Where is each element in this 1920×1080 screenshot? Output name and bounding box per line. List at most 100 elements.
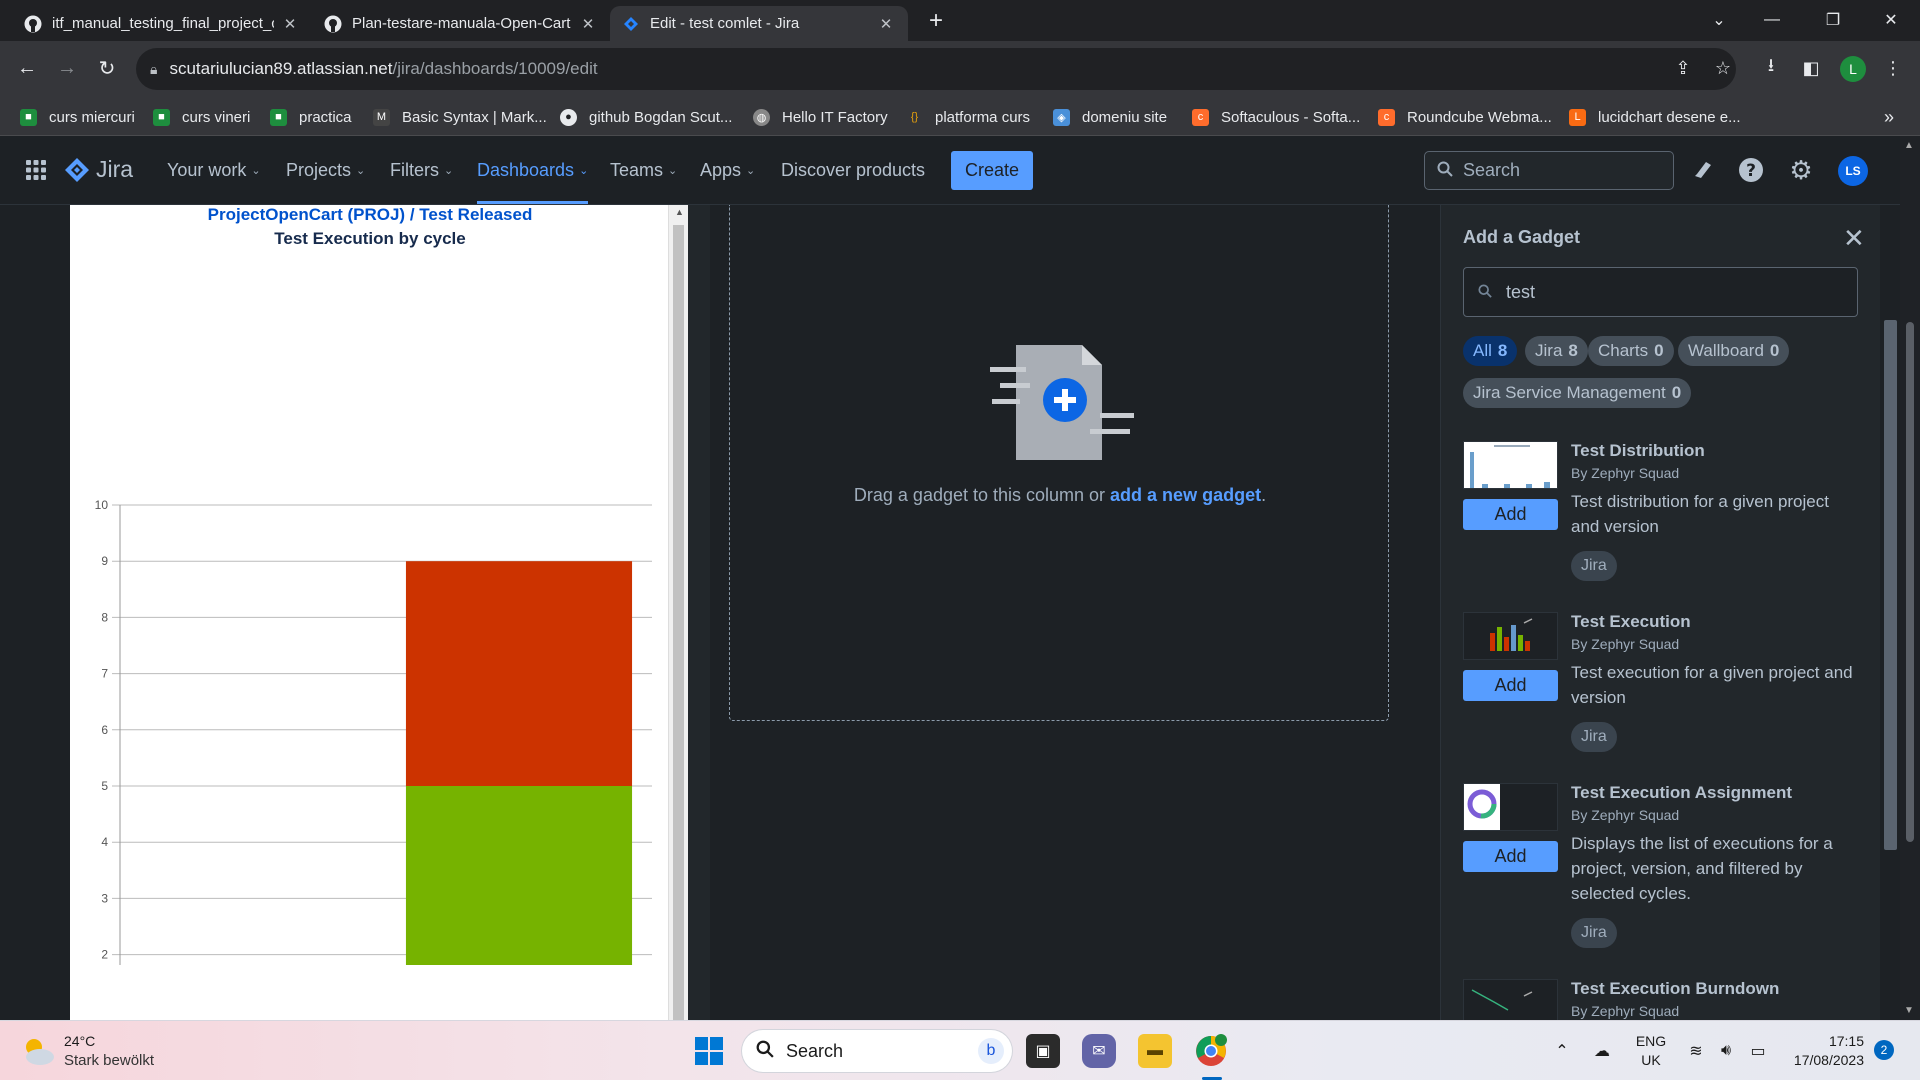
notifications-icon[interactable] bbox=[1686, 154, 1718, 186]
file-explorer-icon[interactable]: ▬ bbox=[1138, 1034, 1172, 1068]
gadget-title-separator: / bbox=[405, 205, 420, 224]
address-bar[interactable]: 🔒︎ scutariulucian89.atlassian.net/jira/d… bbox=[136, 48, 1736, 90]
scroll-down-icon[interactable]: ▼ bbox=[1904, 1005, 1914, 1016]
bookmark[interactable]: ■ curs miercuri bbox=[20, 106, 135, 128]
filter-chip-all[interactable]: All 8 bbox=[1463, 336, 1518, 366]
profile-avatar[interactable]: L bbox=[1840, 56, 1866, 82]
filter-chip-charts[interactable]: Charts 0 bbox=[1588, 336, 1674, 366]
notification-badge[interactable]: 2 bbox=[1874, 1040, 1894, 1060]
more-bookmarks-icon[interactable]: » bbox=[1884, 106, 1894, 128]
bookmarks-bar: ■ curs miercuri ■ curs vineri ■ practica MB… bbox=[0, 98, 1920, 136]
nav-apps[interactable]: Apps ⌄ bbox=[700, 136, 755, 204]
gadget-project-link[interactable]: ProjectOpenCart (PROJ) bbox=[208, 205, 405, 224]
tab-search-icon[interactable]: ⌄ bbox=[1694, 0, 1744, 40]
gadget-version-link[interactable]: Test Released bbox=[419, 205, 532, 224]
star-icon[interactable]: ☆ bbox=[1708, 53, 1738, 83]
bookmark[interactable]: ● github Bogdan Scut... bbox=[560, 106, 732, 128]
task-view-icon[interactable]: ▣ bbox=[1026, 1034, 1060, 1068]
windows-start-icon[interactable] bbox=[692, 1034, 726, 1068]
gadget-search-input[interactable]: test bbox=[1463, 267, 1858, 317]
close-window-icon[interactable]: ✕ bbox=[1866, 0, 1916, 40]
minimize-icon[interactable]: — bbox=[1747, 0, 1797, 40]
gadget-drop-zone[interactable]: Drag a gadget to this column or add a ne… bbox=[729, 205, 1389, 721]
download-icon[interactable]: ⭳ bbox=[1756, 53, 1786, 83]
chrome-icon[interactable] bbox=[1194, 1034, 1228, 1068]
bookmark[interactable]: ■ practica bbox=[270, 106, 352, 128]
gadget-thumbnail bbox=[1463, 441, 1558, 489]
bookmark[interactable]: c Softaculous - Softa... bbox=[1192, 106, 1360, 128]
close-icon[interactable]: ✕ bbox=[1843, 223, 1865, 254]
user-avatar[interactable]: LS bbox=[1838, 156, 1868, 186]
app-switcher-icon[interactable] bbox=[24, 158, 48, 182]
y-tick-label: 7 bbox=[101, 667, 108, 681]
forward-icon[interactable]: → bbox=[50, 51, 84, 85]
jira-logo[interactable]: Jira bbox=[64, 156, 133, 183]
browser-tab[interactable]: itf_manual_testing_final_project_c ✕ bbox=[12, 6, 312, 41]
chip-count: 8 bbox=[1497, 341, 1508, 360]
taskbar-search[interactable]: Search b bbox=[742, 1030, 1012, 1072]
add-gadget-button[interactable]: Add bbox=[1463, 841, 1558, 872]
reload-icon[interactable]: ↻ bbox=[90, 51, 124, 85]
jira-search-input[interactable]: Search bbox=[1424, 151, 1674, 190]
close-tab-icon[interactable]: ✕ bbox=[876, 15, 896, 33]
nav-projects[interactable]: Projects ⌄ bbox=[286, 136, 365, 204]
bookmark[interactable]: {} platforma curs bbox=[906, 106, 1030, 128]
nav-your-work[interactable]: Your work ⌄ bbox=[167, 136, 261, 204]
help-icon[interactable]: ? bbox=[1735, 154, 1767, 186]
back-icon[interactable]: ← bbox=[10, 51, 44, 85]
add-gadget-button[interactable]: Add bbox=[1463, 670, 1558, 701]
page-scrollbar[interactable]: ▲ ▼ bbox=[1900, 136, 1920, 1020]
gadget-scrollbar-thumb[interactable] bbox=[673, 225, 684, 1020]
nav-teams[interactable]: Teams ⌄ bbox=[610, 136, 677, 204]
chevron-up-icon[interactable]: ⌃ bbox=[1550, 1039, 1574, 1063]
page-scrollbar-thumb[interactable] bbox=[1906, 322, 1914, 842]
gadget-name: Test Execution bbox=[1571, 612, 1691, 631]
bookmark[interactable]: ◍ Hello IT Factory bbox=[753, 106, 888, 128]
clock-date[interactable]: 17/08/2023 bbox=[1780, 1052, 1864, 1068]
gadget-scrollbar[interactable]: ▲ bbox=[668, 205, 688, 1020]
browser-tab[interactable]: Plan-testare-manuala-Open-Cart ✕ bbox=[312, 6, 610, 41]
chip-label: Wallboard bbox=[1688, 341, 1764, 360]
menu-icon[interactable]: ⋮ bbox=[1878, 53, 1908, 83]
onedrive-cloud-icon[interactable]: ☁ bbox=[1590, 1039, 1614, 1063]
filter-chip-jira[interactable]: Jira 8 bbox=[1525, 336, 1588, 366]
settings-icon[interactable]: ⚙ bbox=[1785, 154, 1817, 186]
add-new-gadget-link[interactable]: add a new gadget bbox=[1110, 485, 1261, 505]
bookmark-label: lucidchart desene e... bbox=[1598, 108, 1741, 126]
close-tab-icon[interactable]: ✕ bbox=[280, 15, 300, 33]
browser-toolbar: ← → ↻ 🔒︎ scutariulucian89.atlassian.net /… bbox=[0, 41, 1920, 98]
gadget-tag: Jira bbox=[1571, 918, 1617, 948]
bookmark[interactable]: M Basic Syntax | Mark... bbox=[373, 106, 547, 128]
wifi-icon[interactable]: ≋ bbox=[1684, 1039, 1708, 1063]
side-panel-icon[interactable]: ◧ bbox=[1796, 53, 1826, 83]
volume-icon[interactable]: 🔊︎ bbox=[1714, 1039, 1738, 1063]
nav-filters[interactable]: Filters ⌄ bbox=[390, 136, 453, 204]
scroll-up-icon[interactable]: ▲ bbox=[675, 207, 684, 217]
panel-scrollbar-thumb[interactable] bbox=[1884, 320, 1897, 850]
clock-time[interactable]: 17:15 bbox=[1780, 1033, 1864, 1049]
create-button[interactable]: Create bbox=[951, 151, 1033, 190]
nav-dashboards[interactable]: Dashboards ⌄ bbox=[477, 136, 589, 204]
bookmark[interactable]: ■ curs vineri bbox=[153, 106, 250, 128]
bookmark[interactable]: ◈ domeniu site bbox=[1053, 106, 1167, 128]
dashboard-content: ProjectOpenCart (PROJ) / Test Released T… bbox=[0, 205, 1920, 1020]
scroll-up-icon[interactable]: ▲ bbox=[1904, 140, 1914, 151]
add-gadget-button[interactable]: Add bbox=[1463, 499, 1558, 530]
nav-discover-products[interactable]: Discover products bbox=[781, 136, 925, 204]
weather-cloud-icon[interactable] bbox=[20, 1035, 56, 1067]
new-tab-icon[interactable]: + bbox=[922, 7, 950, 35]
bing-icon[interactable]: b bbox=[978, 1038, 1004, 1064]
teams-chat-icon[interactable]: ✉ bbox=[1082, 1034, 1116, 1068]
share-icon[interactable]: ⇪ bbox=[1668, 53, 1698, 83]
filter-chip-wallboard[interactable]: Wallboard 0 bbox=[1678, 336, 1790, 366]
bookmark[interactable]: Llucidchart desene e... bbox=[1569, 106, 1741, 128]
input-language[interactable]: ENG bbox=[1634, 1033, 1668, 1049]
bookmark[interactable]: c Roundcube Webma... bbox=[1378, 106, 1552, 128]
close-tab-icon[interactable]: ✕ bbox=[578, 15, 598, 33]
restore-icon[interactable]: ❐ bbox=[1808, 0, 1858, 40]
input-language-region[interactable]: UK bbox=[1634, 1052, 1668, 1068]
browser-tab-active[interactable]: Edit - test comlet - Jira ✕ bbox=[610, 6, 908, 41]
filter-chip-jira-service-management[interactable]: Jira Service Management 0 bbox=[1463, 378, 1692, 408]
gadget-tag: Jira bbox=[1571, 722, 1617, 752]
battery-icon[interactable]: ▭ bbox=[1746, 1039, 1770, 1063]
